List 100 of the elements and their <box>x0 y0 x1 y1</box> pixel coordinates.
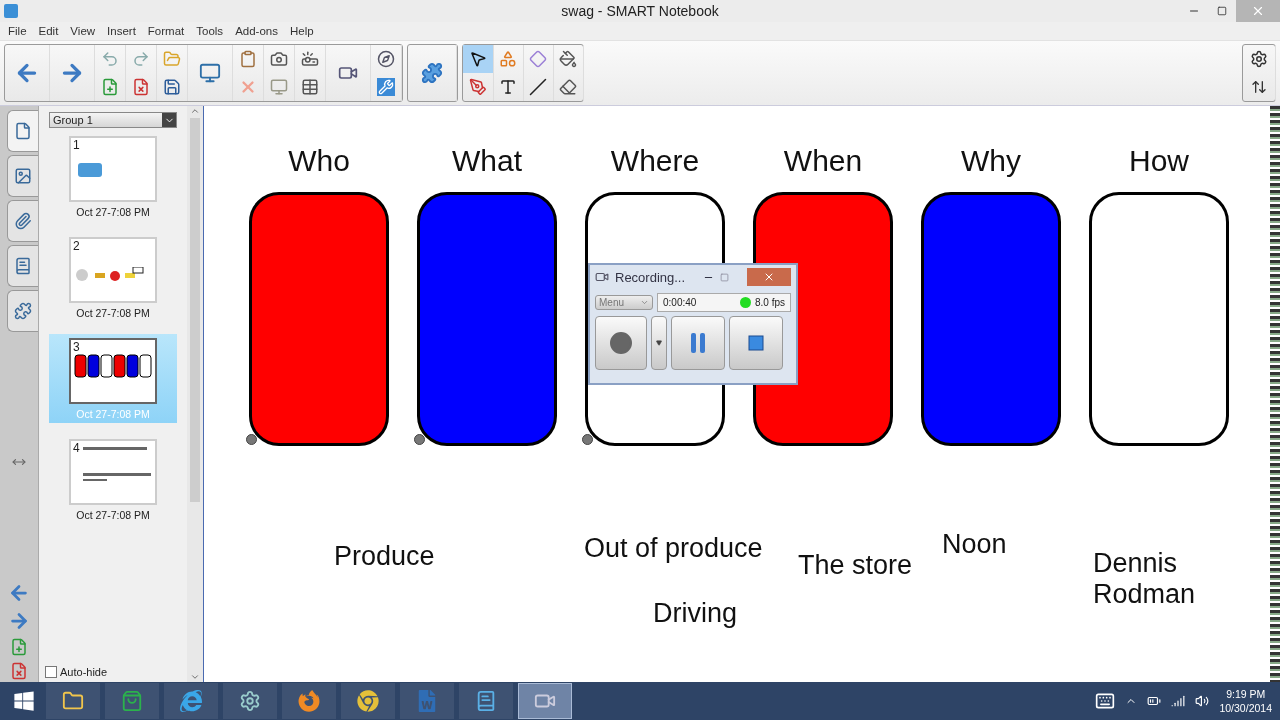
previous-page-icon[interactable] <box>8 582 30 604</box>
column-heading: Who <box>288 144 350 178</box>
paperclip-icon <box>14 212 32 230</box>
scrollbar[interactable] <box>187 106 204 682</box>
menu-item[interactable]: Add-ons <box>229 25 284 37</box>
menu-item[interactable]: View <box>64 25 102 37</box>
shopping-bag-icon <box>121 690 143 712</box>
clipboard-icon <box>239 50 257 68</box>
menu-item[interactable]: File <box>2 25 33 37</box>
notebook-icon <box>475 690 497 712</box>
undo-icon <box>101 50 119 68</box>
clock[interactable]: 9:19 PM 10/30/2014 <box>1219 687 1272 715</box>
sidebar-tab[interactable] <box>7 155 38 197</box>
menu-item[interactable]: Edit <box>32 25 65 37</box>
puzzle-icon <box>421 62 443 84</box>
elapsed-time: 0:00:40 <box>663 297 697 308</box>
screen-icon <box>270 78 288 96</box>
sidebar-tab[interactable] <box>7 200 38 242</box>
record-options-button[interactable] <box>651 316 667 370</box>
frame-rate: 8.0 fps <box>754 297 785 308</box>
clock-date: 10/30/2014 <box>1219 701 1272 715</box>
start-icon[interactable] <box>13 690 35 712</box>
page-time: Oct 27-7:08 PM <box>76 307 150 319</box>
scroll-down-icon <box>190 672 200 682</box>
settings-icon <box>1250 50 1268 68</box>
menu-item[interactable]: Tools <box>190 25 230 37</box>
column-heading: What <box>452 144 522 178</box>
next-page-icon[interactable] <box>8 610 30 632</box>
handle-icon[interactable] <box>582 434 593 445</box>
answer-text: Produce <box>334 541 435 572</box>
taskbar-app[interactable] <box>341 683 395 719</box>
page-number: 2 <box>73 240 80 253</box>
redo-icon <box>132 50 150 68</box>
answer-text: Out of produce <box>584 533 763 564</box>
group-dropdown[interactable]: Group 1 <box>49 112 177 128</box>
video-camera-icon <box>595 270 609 284</box>
save-icon <box>163 78 181 96</box>
recorder-title: Recording... <box>615 269 686 285</box>
text-icon <box>499 78 517 96</box>
sidebar-tab[interactable] <box>7 110 38 152</box>
table-icon <box>301 78 319 96</box>
paint-bucket-icon <box>559 50 577 68</box>
camera-icon <box>270 50 288 68</box>
page-thumbnail[interactable]: 3 Oct 27-7:08 PM <box>49 334 177 423</box>
monitor-icon <box>199 62 221 84</box>
menu-item[interactable]: Format <box>141 25 191 37</box>
app-icon <box>4 4 18 18</box>
menu-item[interactable]: Insert <box>101 25 142 37</box>
page-number: 3 <box>73 341 80 354</box>
page-number: 1 <box>73 139 80 152</box>
scroll-up-icon <box>190 106 200 116</box>
page-time: Oct 27-7:08 PM <box>76 408 150 420</box>
delete-page-icon[interactable] <box>10 662 28 680</box>
circle-icon <box>609 331 633 355</box>
chrome-icon <box>357 690 379 712</box>
column-heading: Where <box>610 144 700 178</box>
taskbar-app[interactable] <box>459 683 513 719</box>
picture-frame-icon <box>14 167 32 185</box>
menu-button[interactable]: Menu <box>595 295 653 310</box>
taskbar-app[interactable] <box>164 683 218 719</box>
restore-icon <box>1217 6 1227 16</box>
add-page-icon[interactable] <box>10 638 28 656</box>
taskbar-app[interactable] <box>223 683 277 719</box>
pause-button[interactable] <box>671 316 725 370</box>
menu-item[interactable]: Help <box>283 25 320 37</box>
stop-button[interactable] <box>729 316 783 370</box>
page-time: Oct 27-7:08 PM <box>76 509 150 521</box>
delete-icon <box>239 78 257 96</box>
column-heading: When <box>783 144 863 178</box>
battery-icon[interactable] <box>1147 694 1162 708</box>
taskbar-app[interactable] <box>46 683 100 719</box>
network-icon[interactable] <box>1171 694 1186 708</box>
folder-icon <box>163 50 181 68</box>
taskbar-app[interactable] <box>282 683 336 719</box>
pointer-icon <box>469 50 487 68</box>
page-number: 4 <box>73 442 80 455</box>
compass-icon <box>377 50 395 68</box>
answer-text: The store <box>798 550 913 581</box>
answer-text: Noon <box>942 529 1007 560</box>
sidebar-tab[interactable] <box>7 245 38 287</box>
taskbar-app[interactable] <box>518 683 572 719</box>
record-button[interactable] <box>595 316 647 370</box>
page-icon <box>14 122 32 140</box>
pause-icon <box>690 332 706 354</box>
caret-icon <box>656 340 662 346</box>
keyboard-icon[interactable] <box>1095 691 1116 711</box>
taskbar-app[interactable] <box>105 683 159 719</box>
handle-icon[interactable] <box>246 434 257 445</box>
volume-icon[interactable] <box>1195 694 1210 708</box>
auto-hide-checkbox[interactable] <box>45 666 57 678</box>
handle-icon[interactable] <box>414 434 425 445</box>
close-icon <box>763 271 775 283</box>
shapes-icon <box>499 50 517 68</box>
sidebar-tab[interactable] <box>7 290 38 332</box>
close-icon <box>1251 4 1265 18</box>
folder-icon <box>62 690 84 712</box>
page-time: Oct 27-7:08 PM <box>76 206 150 218</box>
firefox-icon <box>298 690 320 712</box>
pointer-tool[interactable] <box>463 45 494 73</box>
eraser-icon <box>559 78 577 96</box>
